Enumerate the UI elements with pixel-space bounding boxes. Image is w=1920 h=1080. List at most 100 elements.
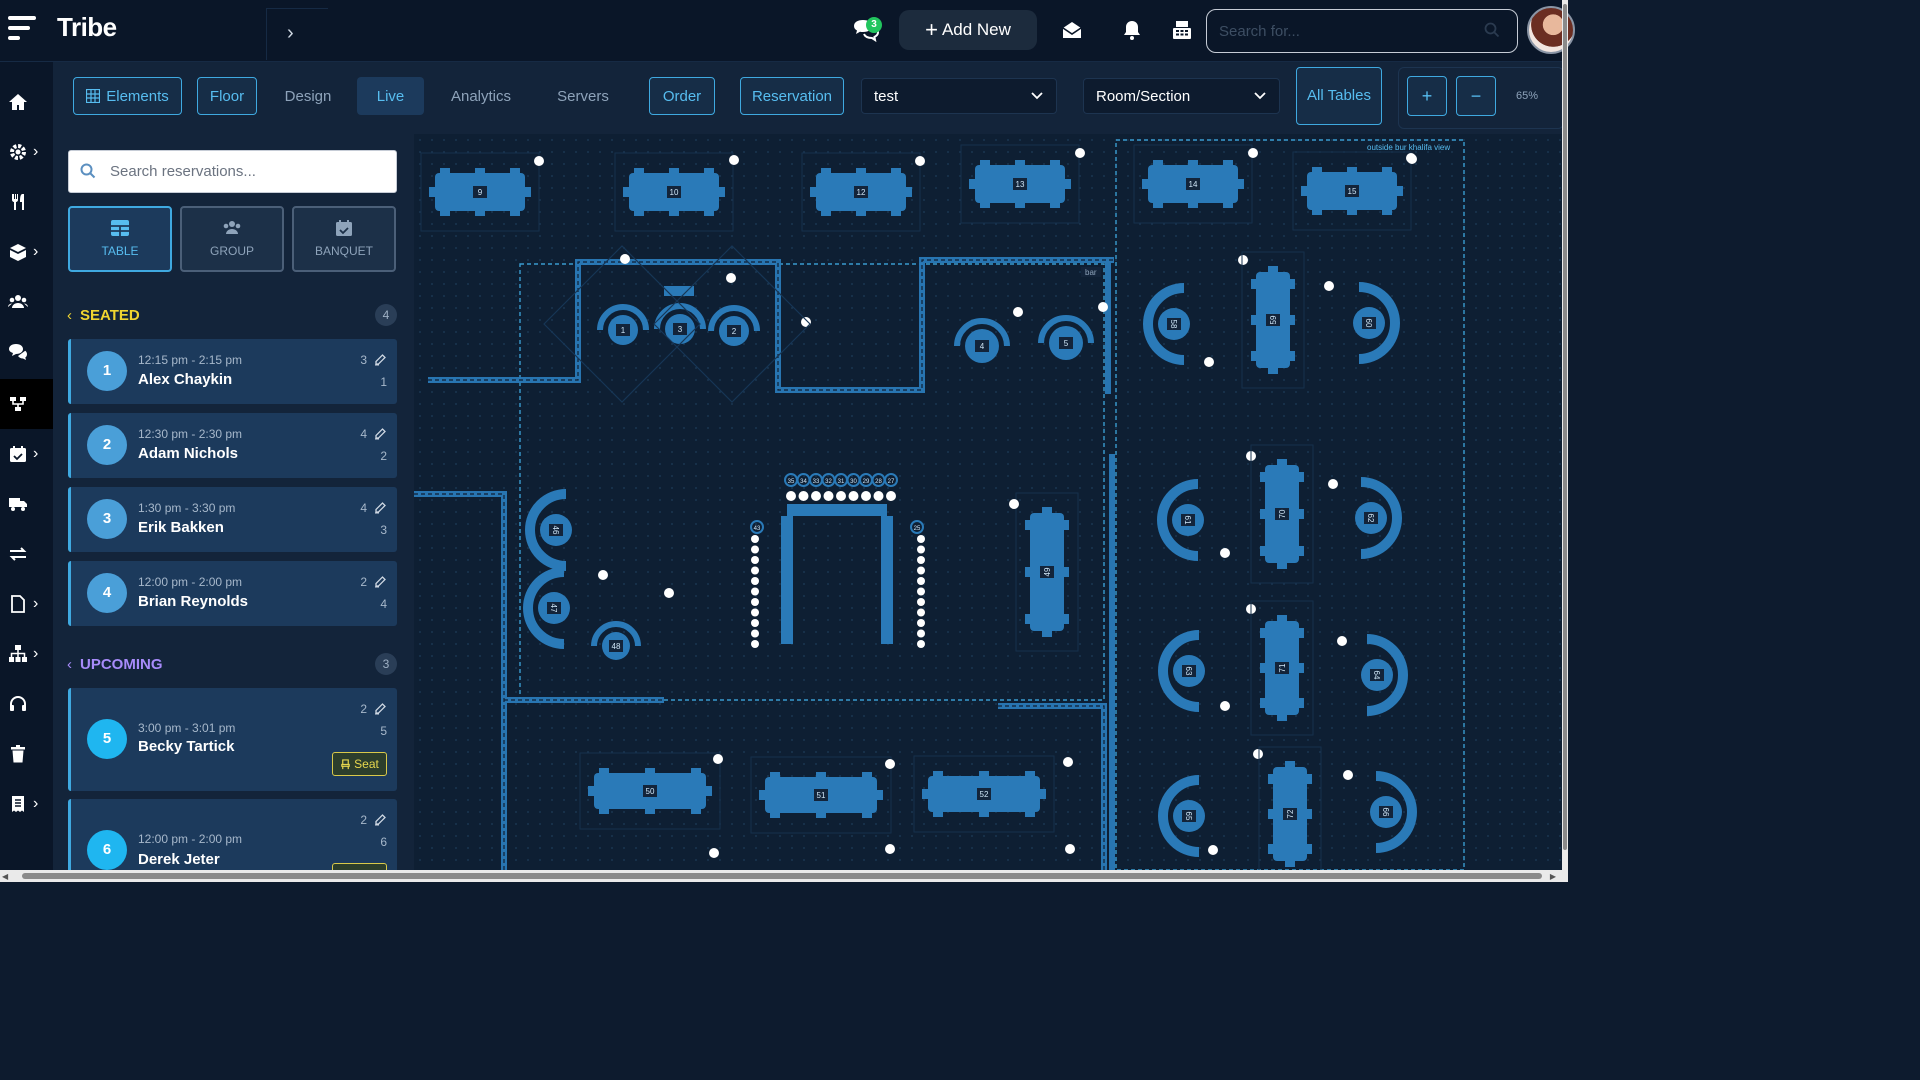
seated-count: 4 [375,304,397,326]
reservation-card[interactable]: 3 1:30 pm - 3:30 pm Erik Bakken 4 3 [68,487,397,552]
seat-button[interactable] [332,863,387,870]
status-dot [620,254,630,264]
tab-design[interactable]: Design [273,77,343,115]
global-search-input[interactable] [1206,9,1518,53]
reservation-card[interactable]: 5 3:00 pm - 3:01 pm Becky Tartick 2 5 Se… [68,688,397,791]
chair [1307,809,1312,819]
chair [1260,509,1265,519]
nav-floor-plan[interactable] [0,379,53,429]
edit-icon[interactable] [374,353,387,366]
network-icon [9,645,27,662]
edit-icon[interactable] [374,813,387,826]
tab-floor[interactable]: Floor [197,77,257,115]
reservation-time: 12:00 pm - 2:00 pm [138,575,243,589]
scroll-right-icon[interactable]: ▶ [1550,872,1556,881]
chair [856,168,866,173]
table-number: 3 [380,523,387,537]
floor-select-value: test [874,87,899,105]
type-label: GROUP [209,244,254,258]
bell-icon[interactable] [1120,18,1144,42]
comments-icon [9,344,27,360]
status-dot [1063,757,1073,767]
guest-name: Erik Bakken [138,519,224,536]
nav-trash[interactable] [0,729,53,779]
reservation-card[interactable]: 1 12:15 pm - 2:15 pm Alex Chaykin 3 1 [68,339,397,404]
reservation-card[interactable]: 6 12:00 pm - 2:00 pm Derek Jeter 2 6 [68,799,397,870]
chair [1015,160,1025,165]
search-icon[interactable] [1484,22,1500,38]
chevron-right-icon[interactable]: › [287,22,294,45]
reservation-button[interactable]: Reservation [740,77,844,115]
seat-button[interactable]: Seat [332,752,387,776]
chair [429,187,435,197]
nav-support[interactable] [0,679,53,729]
nav-menu[interactable] [0,177,53,227]
scrollbar-thumb[interactable] [22,873,1542,879]
status-dot [1343,770,1353,780]
chair [634,211,644,216]
floor-plan-canvas[interactable]: outside bur khalifa view bar 9 10 12 13 14 15… [414,134,1562,870]
nav-customers[interactable] [0,277,53,327]
seated-section-header[interactable]: ‹ SEATED 4 [67,303,397,327]
receipt-icon [12,796,24,812]
nav-transfers[interactable] [0,529,53,579]
scroll-left-icon[interactable]: ◀ [2,872,8,881]
table-label: 46 [551,526,560,535]
nav-home[interactable] [0,77,53,127]
status-dot [1406,153,1416,163]
zoom-out-button[interactable]: − [1456,76,1496,116]
users-icon [8,295,28,308]
table-number: 5 [380,724,387,738]
type-label: TABLE [101,244,139,258]
vertical-scrollbar[interactable] [1562,0,1568,870]
tab-analytics[interactable]: Analytics [439,77,523,115]
floor-toolbar: Elements Floor Design Live Analytics Ser… [53,62,1568,134]
reservation-number: 4 [87,573,127,613]
reservation-card[interactable]: 2 12:30 pm - 2:30 pm Adam Nichols 4 2 [68,413,397,478]
type-banquet-button[interactable]: BANQUET [292,206,396,272]
zoom-in-button[interactable]: + [1407,76,1447,116]
all-tables-button[interactable]: All Tables [1296,67,1382,125]
scrollbar-thumb[interactable] [1563,4,1567,850]
chair [1025,614,1030,624]
cash-register-icon[interactable] [1170,18,1194,42]
nav-inventory[interactable]: › [0,227,53,277]
nav-reservations[interactable]: › [0,429,53,479]
nav-settings[interactable]: › [0,127,53,177]
add-new-button[interactable]: + Add New [899,10,1037,50]
upcoming-section-header[interactable]: ‹ UPCOMING 3 [67,652,397,676]
horizontal-scrollbar[interactable]: ◀ ▶ [0,870,1568,882]
status-dot [664,588,674,598]
tab-elements[interactable]: Elements [73,77,182,115]
type-group-button[interactable]: GROUP [180,206,284,272]
nav-messages[interactable] [0,327,53,377]
type-table-button[interactable]: TABLE [68,206,172,272]
edit-icon[interactable] [374,702,387,715]
status-dot [751,556,759,564]
edit-icon[interactable] [374,501,387,514]
nav-network[interactable]: › [0,629,53,679]
banquet-table[interactable]: 35 34 33 32 31 30 29 28 27 43 25 [750,473,925,648]
order-button[interactable]: Order [649,77,715,115]
edit-icon[interactable] [374,427,387,440]
tab-live[interactable]: Live [357,77,424,115]
status-dot [811,491,821,501]
party-size: 2 [360,702,367,716]
calendar-icon [336,220,352,236]
mail-icon[interactable] [1060,18,1084,42]
nav-reports[interactable]: › [0,779,53,829]
edit-icon[interactable] [374,575,387,588]
chair [1299,509,1304,519]
status-dot [751,577,759,585]
tab-servers[interactable]: Servers [547,77,619,115]
floor-plan-svg[interactable]: outside bur khalifa view bar 9 10 1213 1415… [414,134,1562,870]
floor-select[interactable]: test [861,78,1057,114]
section-select[interactable]: Room/Section [1083,78,1280,114]
reservation-card[interactable]: 4 12:00 pm - 2:00 pm Brian Reynolds 2 4 [68,561,397,626]
nav-delivery[interactable] [0,479,53,529]
reservation-search-input[interactable] [68,150,397,193]
status-dot [917,608,925,617]
chair [1382,167,1392,172]
chair [979,812,989,817]
nav-documents[interactable]: › [0,579,53,629]
